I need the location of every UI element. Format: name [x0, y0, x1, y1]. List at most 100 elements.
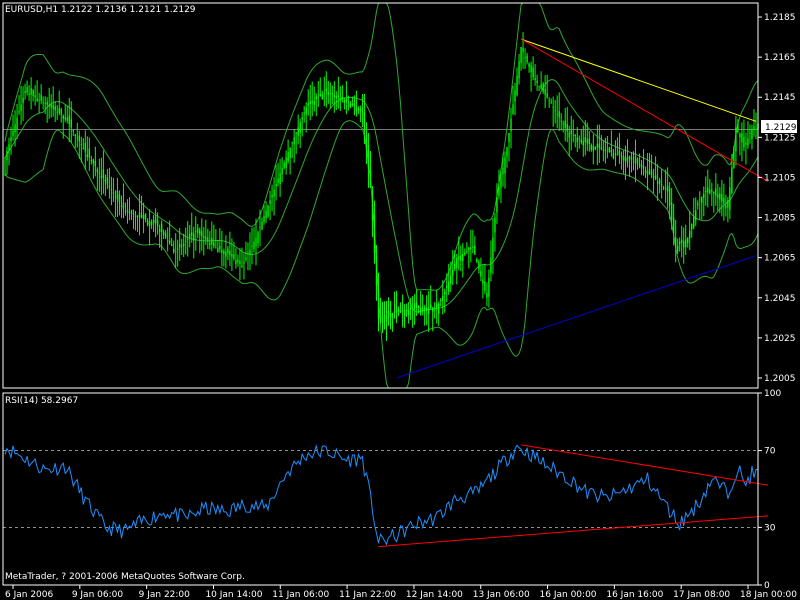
- candle-body[interactable]: [168, 240, 171, 244]
- candle-body[interactable]: [588, 138, 591, 145]
- candle-body[interactable]: [90, 160, 93, 162]
- candle-body[interactable]: [56, 111, 58, 113]
- candle-body[interactable]: [558, 111, 560, 118]
- candle-body[interactable]: [170, 244, 173, 247]
- candle-body[interactable]: [150, 221, 153, 225]
- candle-body[interactable]: [682, 240, 685, 248]
- candle-body[interactable]: [691, 223, 693, 230]
- candle-body[interactable]: [225, 251, 227, 257]
- candle-body[interactable]: [538, 85, 540, 87]
- candle-body[interactable]: [178, 244, 181, 248]
- candle-body[interactable]: [484, 281, 486, 291]
- candle-body[interactable]: [50, 104, 52, 108]
- candle-body[interactable]: [403, 310, 406, 316]
- candle-body[interactable]: [195, 231, 197, 232]
- candle-body[interactable]: [363, 111, 366, 131]
- candle-body[interactable]: [86, 154, 89, 158]
- candle-body[interactable]: [215, 247, 217, 249]
- candle-body[interactable]: [229, 250, 231, 256]
- candle-body[interactable]: [92, 159, 95, 164]
- candle-body[interactable]: [456, 257, 458, 268]
- candle-body[interactable]: [427, 307, 430, 314]
- candle-body[interactable]: [512, 104, 514, 114]
- candle-body[interactable]: [755, 128, 757, 130]
- candle-body[interactable]: [425, 307, 428, 311]
- candle-body[interactable]: [438, 303, 440, 314]
- candle-body[interactable]: [434, 307, 436, 309]
- candle-body[interactable]: [678, 241, 681, 245]
- candle-body[interactable]: [134, 215, 137, 218]
- candle-body[interactable]: [213, 242, 215, 247]
- candle-body[interactable]: [197, 228, 199, 234]
- candle-body[interactable]: [506, 147, 508, 157]
- candle-body[interactable]: [64, 117, 66, 120]
- candle-body[interactable]: [668, 188, 671, 206]
- candle-body[interactable]: [666, 185, 669, 192]
- candle-body[interactable]: [516, 75, 518, 96]
- candle-body[interactable]: [377, 289, 380, 318]
- candle-body[interactable]: [58, 108, 60, 114]
- candle-body[interactable]: [699, 199, 701, 201]
- candle-body[interactable]: [193, 233, 195, 241]
- candle-body[interactable]: [84, 143, 87, 152]
- candle-body[interactable]: [522, 48, 524, 53]
- candle-body[interactable]: [721, 194, 723, 202]
- candle-body[interactable]: [281, 168, 283, 175]
- candle-body[interactable]: [462, 253, 464, 262]
- candle-body[interactable]: [480, 270, 482, 277]
- candle-body[interactable]: [429, 304, 432, 308]
- chart-canvas[interactable]: 1.2185 1.2165 1.2145 1.2125 1.2105 1.2085 1.20…: [0, 0, 800, 600]
- candle-body[interactable]: [130, 210, 133, 214]
- candle-body[interactable]: [697, 203, 699, 205]
- candle-body[interactable]: [397, 310, 400, 312]
- candle-body[interactable]: [138, 212, 141, 218]
- candle-body[interactable]: [478, 261, 480, 270]
- candle-body[interactable]: [391, 313, 394, 315]
- candle-body[interactable]: [311, 100, 313, 103]
- candle-body[interactable]: [640, 164, 643, 168]
- candle-body[interactable]: [731, 167, 733, 194]
- candle-body[interactable]: [638, 164, 641, 166]
- candle-body[interactable]: [295, 132, 297, 134]
- candle-body[interactable]: [680, 239, 683, 243]
- candle-body[interactable]: [80, 144, 83, 146]
- candle-body[interactable]: [275, 184, 277, 187]
- candle-body[interactable]: [672, 217, 675, 234]
- candle-body[interactable]: [102, 169, 105, 179]
- candle-body[interactable]: [365, 134, 368, 150]
- candle-body[interactable]: [185, 240, 187, 242]
- candle-body[interactable]: [440, 299, 442, 301]
- candle-body[interactable]: [285, 157, 287, 168]
- candle-body[interactable]: [309, 101, 311, 105]
- candle-body[interactable]: [235, 260, 237, 265]
- candle-body[interactable]: [618, 150, 621, 155]
- candle-body[interactable]: [273, 189, 275, 197]
- candle-body[interactable]: [46, 101, 48, 105]
- candle-body[interactable]: [237, 259, 239, 263]
- candle-body[interactable]: [106, 176, 109, 185]
- candle-body[interactable]: [343, 100, 346, 103]
- candle-body[interactable]: [685, 239, 687, 247]
- candle-body[interactable]: [325, 88, 327, 92]
- candle-body[interactable]: [514, 90, 516, 102]
- candle-body[interactable]: [413, 303, 416, 309]
- candle-body[interactable]: [321, 94, 323, 100]
- candle-body[interactable]: [436, 303, 438, 308]
- candle-body[interactable]: [626, 157, 629, 163]
- candle-body[interactable]: [82, 147, 85, 150]
- candle-body[interactable]: [223, 250, 225, 254]
- candle-body[interactable]: [532, 67, 534, 78]
- candle-body[interactable]: [534, 78, 536, 81]
- candle-body[interactable]: [26, 87, 28, 93]
- candle-body[interactable]: [299, 122, 301, 133]
- candle-body[interactable]: [642, 165, 645, 169]
- candle-body[interactable]: [267, 205, 269, 217]
- candle-body[interactable]: [331, 93, 334, 95]
- candle-body[interactable]: [620, 155, 623, 157]
- candle-body[interactable]: [464, 252, 466, 255]
- candle-body[interactable]: [187, 238, 189, 240]
- candle-body[interactable]: [687, 237, 689, 244]
- candle-body[interactable]: [389, 313, 392, 318]
- candle-body[interactable]: [38, 99, 40, 101]
- candle-body[interactable]: [574, 134, 576, 137]
